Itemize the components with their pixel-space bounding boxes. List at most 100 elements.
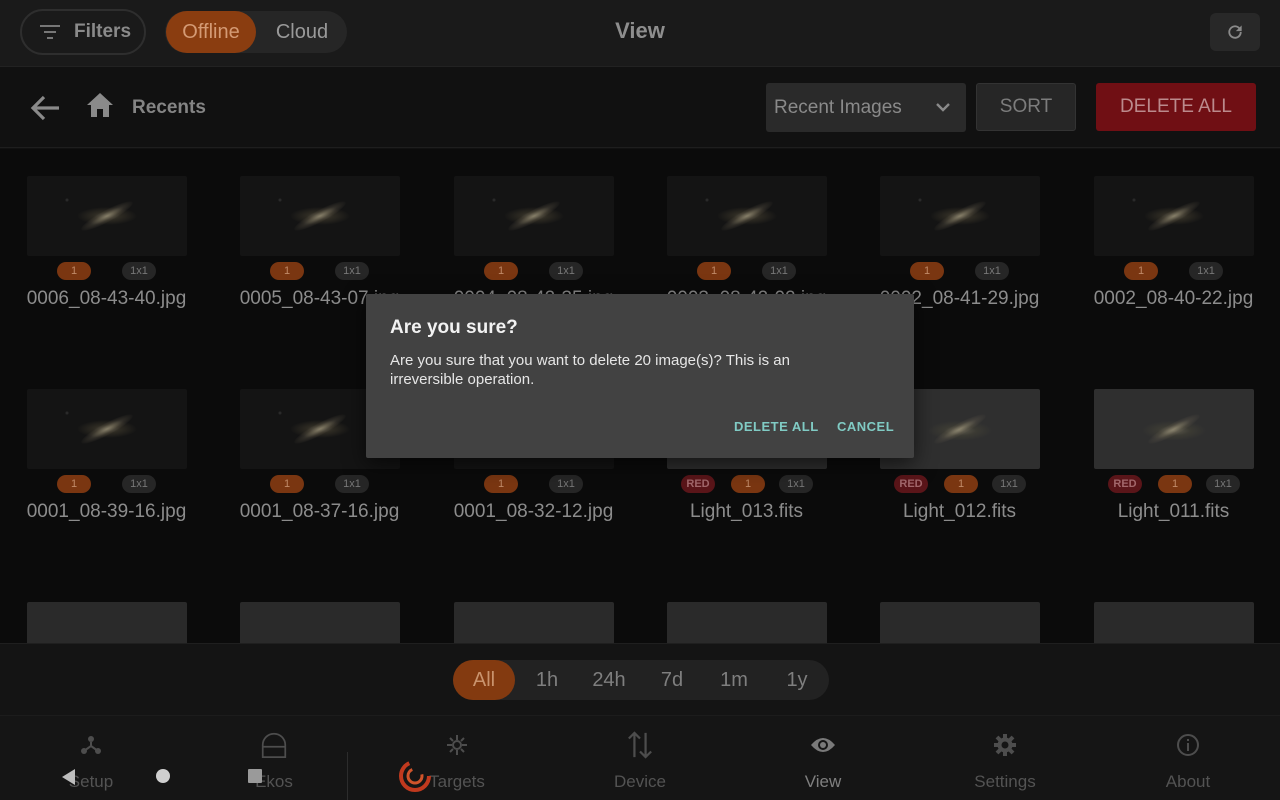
filter-badge: RED [894,475,928,493]
image-thumbnail [880,176,1040,256]
navigation-row: Recents Recent Images SORT DELETE ALL [0,66,1280,148]
image-thumbnail [240,602,400,643]
frame-count-badge: 1 [484,475,518,493]
nav-label: Settings [974,772,1036,791]
chevron-down-icon [936,103,950,112]
image-thumbnail [880,602,1040,643]
binning-badge: 1x1 [762,262,796,280]
time-filter-7d[interactable]: 7d [641,660,703,700]
target-icon [444,730,470,760]
nav-view[interactable]: View [732,716,914,800]
storage-toggle: Offline Cloud [165,11,347,53]
binning-badge: 1x1 [122,475,156,493]
file-name: 0001_08-39-16.jpg [26,501,187,522]
image-thumbnail [667,176,827,256]
time-filter-1y[interactable]: 1y [766,660,828,700]
dialog-message: Are you sure that you want to delete 20 … [390,352,790,388]
nav-label: View [804,772,842,791]
refresh-button[interactable] [1210,13,1260,51]
binning-badge: 1x1 [975,262,1009,280]
filter-icon [40,25,60,39]
nav-ekos[interactable]: Ekos [183,716,365,800]
image-thumbnail [27,389,187,469]
time-filter-1m[interactable]: 1m [703,660,765,700]
binning-badge: 1x1 [549,262,583,280]
top-app-bar: Filters Offline Cloud View [0,0,1280,66]
frame-count-badge: 1 [270,475,304,493]
time-range-toggle: All 1h 24h 7d 1m 1y [453,660,829,700]
app-logo-icon [399,760,431,792]
file-name: Light_012.fits [902,501,1017,522]
back-button[interactable] [30,93,62,123]
delete-all-button[interactable]: DELETE ALL [1096,83,1256,131]
cancel-button[interactable]: CANCEL [837,419,894,434]
nav-label: Targets [429,772,485,791]
file-name: 0002_08-40-22.jpg [1093,288,1254,309]
frame-count-badge: 1 [910,262,944,280]
swap-vertical-icon [627,730,653,760]
image-thumbnail [1094,176,1254,256]
binning-badge: 1x1 [779,475,813,493]
time-filter-24h[interactable]: 24h [578,660,640,700]
nav-about[interactable]: About [1097,716,1279,800]
image-thumbnail [1094,389,1254,469]
frame-count-badge: 1 [1124,262,1158,280]
binning-badge: 1x1 [1206,475,1240,493]
file-name: 0006_08-43-40.jpg [26,288,187,309]
time-filter-all[interactable]: All [453,660,515,700]
eye-icon [810,730,836,760]
frame-count-badge: 1 [1158,475,1192,493]
network-icon [78,730,104,760]
tab-cloud[interactable]: Cloud [257,11,347,53]
file-name: 0001_08-32-12.jpg [453,501,614,522]
binning-badge: 1x1 [335,475,369,493]
divider [347,752,348,800]
file-name: Light_013.fits [689,501,804,522]
frame-count-badge: 1 [944,475,978,493]
image-thumbnail [454,176,614,256]
time-filter-1h[interactable]: 1h [516,660,578,700]
system-back-icon[interactable] [60,768,78,786]
nav-settings[interactable]: Settings [914,716,1096,800]
image-source-select[interactable]: Recent Images [766,83,966,132]
binning-badge: 1x1 [335,262,369,280]
bottom-navigation: Setup Ekos Targets Device View Settings [0,715,1280,800]
frame-count-badge: 1 [697,262,731,280]
confirm-delete-button[interactable]: DELETE ALL [734,419,819,434]
select-value: Recent Images [774,97,902,118]
observatory-icon [261,730,287,760]
nav-device[interactable]: Device [549,716,731,800]
nav-label: Device [614,772,666,791]
image-thumbnail [27,602,187,643]
system-recents-icon[interactable] [247,768,263,784]
filters-button[interactable]: Filters [20,9,146,55]
nav-targets[interactable]: Targets [366,716,548,800]
nav-setup[interactable]: Setup [0,716,182,800]
image-thumbnail [454,602,614,643]
frame-count-badge: 1 [57,262,91,280]
filter-badge: RED [681,475,715,493]
frame-count-badge: 1 [731,475,765,493]
binning-badge: 1x1 [992,475,1026,493]
sort-button[interactable]: SORT [976,83,1076,131]
refresh-icon [1228,25,1242,39]
image-thumbnail [240,176,400,256]
filter-badge: RED [1108,475,1142,493]
home-button[interactable] [86,91,114,119]
home-icon [87,93,113,117]
page-title: View [615,18,665,43]
binning-badge: 1x1 [549,475,583,493]
nav-label: About [1165,772,1211,791]
system-home-icon[interactable] [155,768,171,784]
image-thumbnail [667,602,827,643]
image-thumbnail [27,176,187,256]
file-name: Light_011.fits [1117,501,1230,522]
breadcrumb: Recents [132,97,206,118]
arrow-left-icon [30,95,59,121]
filters-label: Filters [74,21,132,42]
time-filter-bar: All 1h 24h 7d 1m 1y [0,643,1280,715]
frame-count-badge: 1 [484,262,518,280]
tab-offline[interactable]: Offline [166,11,256,53]
frame-count-badge: 1 [270,262,304,280]
image-thumbnail [1094,602,1254,643]
